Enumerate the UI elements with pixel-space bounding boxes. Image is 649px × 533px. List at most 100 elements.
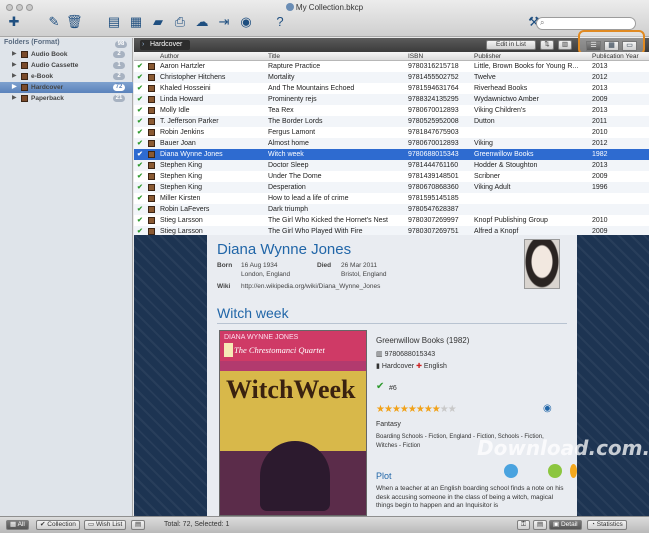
detail-card: Diana Wynne Jones Born 16 Aug 1934 Londo… bbox=[207, 235, 649, 516]
owned-check-icon: ✔ bbox=[137, 184, 143, 191]
born-date: 16 Aug 1934 bbox=[241, 262, 278, 269]
columns-button[interactable]: ▥ bbox=[558, 40, 572, 50]
star-filled-icon[interactable]: ★ bbox=[392, 404, 401, 415]
sidebar-item-audio-book[interactable]: ▶ Audio Book 2 bbox=[0, 49, 133, 60]
print-icon[interactable]: ⎙ bbox=[172, 14, 188, 30]
cell-isbn: 9780307269751 bbox=[408, 228, 459, 235]
edit-in-list-button[interactable]: Edit in List bbox=[486, 40, 536, 50]
sync-icon[interactable]: ◉ bbox=[238, 14, 254, 30]
table-row[interactable]: ✔ Robin Jenkins Fergus Lamont 9781847675903… bbox=[134, 127, 649, 138]
column-author[interactable]: Author bbox=[160, 53, 179, 60]
column-year[interactable]: Publication Year bbox=[592, 53, 648, 60]
table-row[interactable]: ✔ Bauer Joan Almost home 9780670012893 Vikin… bbox=[134, 138, 649, 149]
disclosure-icon[interactable]: ▶ bbox=[12, 93, 17, 104]
table-row[interactable]: ✔ Christopher Hitchens Mortality 9781455502… bbox=[134, 72, 649, 83]
column-publisher[interactable]: Publisher bbox=[474, 53, 501, 60]
book-icon bbox=[148, 118, 155, 125]
sidebar-item-audio-cassette[interactable]: ▶ Audio Cassette 1 bbox=[0, 60, 133, 71]
cell-title: Desperation bbox=[268, 184, 306, 191]
table-row[interactable]: ✔ Khaled Hosseini And The Mountains Echoed… bbox=[134, 83, 649, 94]
table-row[interactable]: ✔ Diana Wynne Jones Witch week 978068801534… bbox=[134, 149, 649, 160]
sidebar-item-paperback[interactable]: ▶ Paperback 21 bbox=[0, 93, 133, 104]
author-name[interactable]: Diana Wynne Jones bbox=[217, 241, 351, 258]
filter-collection-button[interactable]: ✔ Collection bbox=[36, 520, 80, 530]
book-cover[interactable]: DIANA WYNNE JONES The Chrestomanci Quart… bbox=[219, 330, 367, 516]
filter-collection-label: Collection bbox=[47, 521, 76, 528]
rating-stars[interactable]: ★★★★★★★★★★ bbox=[376, 404, 457, 415]
shelf-view-button[interactable]: ▭ bbox=[622, 41, 637, 51]
cover-series: The Chrestomanci Quartet bbox=[234, 345, 325, 355]
table-row[interactable]: ✔ Miller Kirsten How to lead a life of cri… bbox=[134, 193, 649, 204]
sort-button[interactable]: ⇅ bbox=[540, 40, 554, 50]
filter-all-button[interactable]: ▦ All bbox=[6, 520, 29, 530]
wiki-link[interactable]: http://en.wikipedia.org/wiki/Diana_Wynne… bbox=[241, 283, 380, 290]
search-input[interactable] bbox=[549, 19, 633, 29]
star-filled-icon[interactable]: ★ bbox=[424, 404, 433, 415]
detail-tab[interactable]: ▣ Detail bbox=[549, 520, 582, 530]
disclosure-icon[interactable]: ▶ bbox=[12, 82, 17, 93]
plot-text: When a teacher at an English boarding sc… bbox=[376, 485, 564, 509]
sidebar-item-count: 72 bbox=[113, 84, 125, 91]
book-icon bbox=[148, 96, 155, 103]
table-row[interactable]: ✔ Molly Idle Tea Rex 9780670012893 Viking Ch… bbox=[134, 105, 649, 116]
detail-icon: ▣ bbox=[553, 521, 560, 528]
star-empty-icon[interactable]: ★ bbox=[440, 404, 449, 415]
help-icon[interactable]: ? bbox=[272, 14, 288, 30]
cell-author: Aaron Hartzler bbox=[160, 63, 206, 70]
view-icon[interactable]: ▦ bbox=[128, 14, 144, 30]
cloud-icon[interactable]: ☁ bbox=[194, 14, 210, 30]
star-filled-icon[interactable]: ★ bbox=[376, 404, 385, 415]
filter-wishlist-button[interactable]: ▭ Wish List bbox=[84, 520, 127, 530]
star-filled-icon[interactable]: ★ bbox=[400, 404, 409, 415]
trash-icon[interactable]: 🗑 bbox=[66, 14, 83, 30]
breadcrumb[interactable]: › Hardcover bbox=[140, 40, 191, 50]
lock-button[interactable]: ⚿ bbox=[517, 520, 530, 530]
star-filled-icon[interactable]: ★ bbox=[384, 404, 393, 415]
star-empty-icon[interactable]: ★ bbox=[448, 404, 457, 415]
statistics-tab[interactable]: ◔ Statistics bbox=[587, 520, 627, 530]
cell-title: Rapture Practice bbox=[268, 63, 321, 70]
star-filled-icon[interactable]: ★ bbox=[416, 404, 425, 415]
table-row[interactable]: ✔ T. Jefferson Parker The Border Lords 9780… bbox=[134, 116, 649, 127]
table-row[interactable]: ✔ Stephen King Desperation 9780670868360 Vik… bbox=[134, 182, 649, 193]
book-icon bbox=[148, 206, 155, 213]
book-icon bbox=[148, 63, 155, 70]
eye-icon[interactable]: ◉ bbox=[543, 403, 552, 414]
table-row[interactable]: ✔ Stephen King Doctor Sleep 9781444761160 Ho… bbox=[134, 160, 649, 171]
edit-icon[interactable]: ✎ bbox=[46, 14, 62, 30]
back-icon: › bbox=[142, 41, 145, 48]
table-row[interactable]: ✔ Stieg Larsson The Girl Who Played With F… bbox=[134, 226, 649, 235]
cell-title: Fergus Lamont bbox=[268, 129, 316, 136]
disclosure-icon[interactable]: ▶ bbox=[12, 71, 17, 82]
fields-button[interactable]: ▤ bbox=[533, 520, 548, 530]
died-label: Died bbox=[317, 262, 332, 269]
column-title[interactable]: Title bbox=[268, 53, 280, 60]
folder-icon[interactable]: ▰ bbox=[150, 14, 166, 30]
table-row[interactable]: ✔ Aaron Hartzler Rapture Practice 978031621… bbox=[134, 61, 649, 72]
table-row[interactable]: ✔ Linda Howard Prominenty rejs 978832413529… bbox=[134, 94, 649, 105]
plot-heading: Plot bbox=[376, 471, 392, 481]
star-filled-icon[interactable]: ★ bbox=[432, 404, 441, 415]
column-isbn[interactable]: ISBN bbox=[408, 53, 423, 60]
cell-isbn: 9780688015343 bbox=[408, 151, 459, 158]
sidebar-item-e-book[interactable]: ▶ e-Book 2 bbox=[0, 71, 133, 82]
toggle-panel-button[interactable]: ▤ bbox=[131, 520, 146, 530]
add-icon[interactable]: ✚ bbox=[6, 14, 22, 30]
table-row[interactable]: ✔ Stieg Larsson The Girl Who Kicked the Ho… bbox=[134, 215, 649, 226]
cover-view-icon: ▦ bbox=[608, 42, 615, 49]
disclosure-icon[interactable]: ▶ bbox=[12, 60, 17, 71]
list-view-button[interactable]: ☰ bbox=[586, 41, 601, 51]
disclosure-icon[interactable]: ▶ bbox=[12, 49, 17, 60]
sidebar-item-hardcover[interactable]: ▶ Hardcover 72 bbox=[0, 82, 133, 93]
search-field[interactable]: ⌕ bbox=[536, 17, 636, 30]
cover-view-button[interactable]: ▦ bbox=[604, 41, 619, 51]
detail-format: Hardcover bbox=[381, 363, 415, 370]
table-row[interactable]: ✔ Robin LaFevers Dark triumph 9780547628387 bbox=[134, 204, 649, 215]
check-icon: ✔ bbox=[40, 521, 46, 528]
list-icon[interactable]: ▤ bbox=[106, 14, 122, 30]
cell-author: Stieg Larsson bbox=[160, 228, 203, 235]
star-filled-icon[interactable]: ★ bbox=[408, 404, 417, 415]
export-icon[interactable]: ⇥ bbox=[216, 14, 232, 30]
table-row[interactable]: ✔ Stephen King Under The Dome 9781439148501… bbox=[134, 171, 649, 182]
cell-year: 2012 bbox=[592, 74, 608, 81]
